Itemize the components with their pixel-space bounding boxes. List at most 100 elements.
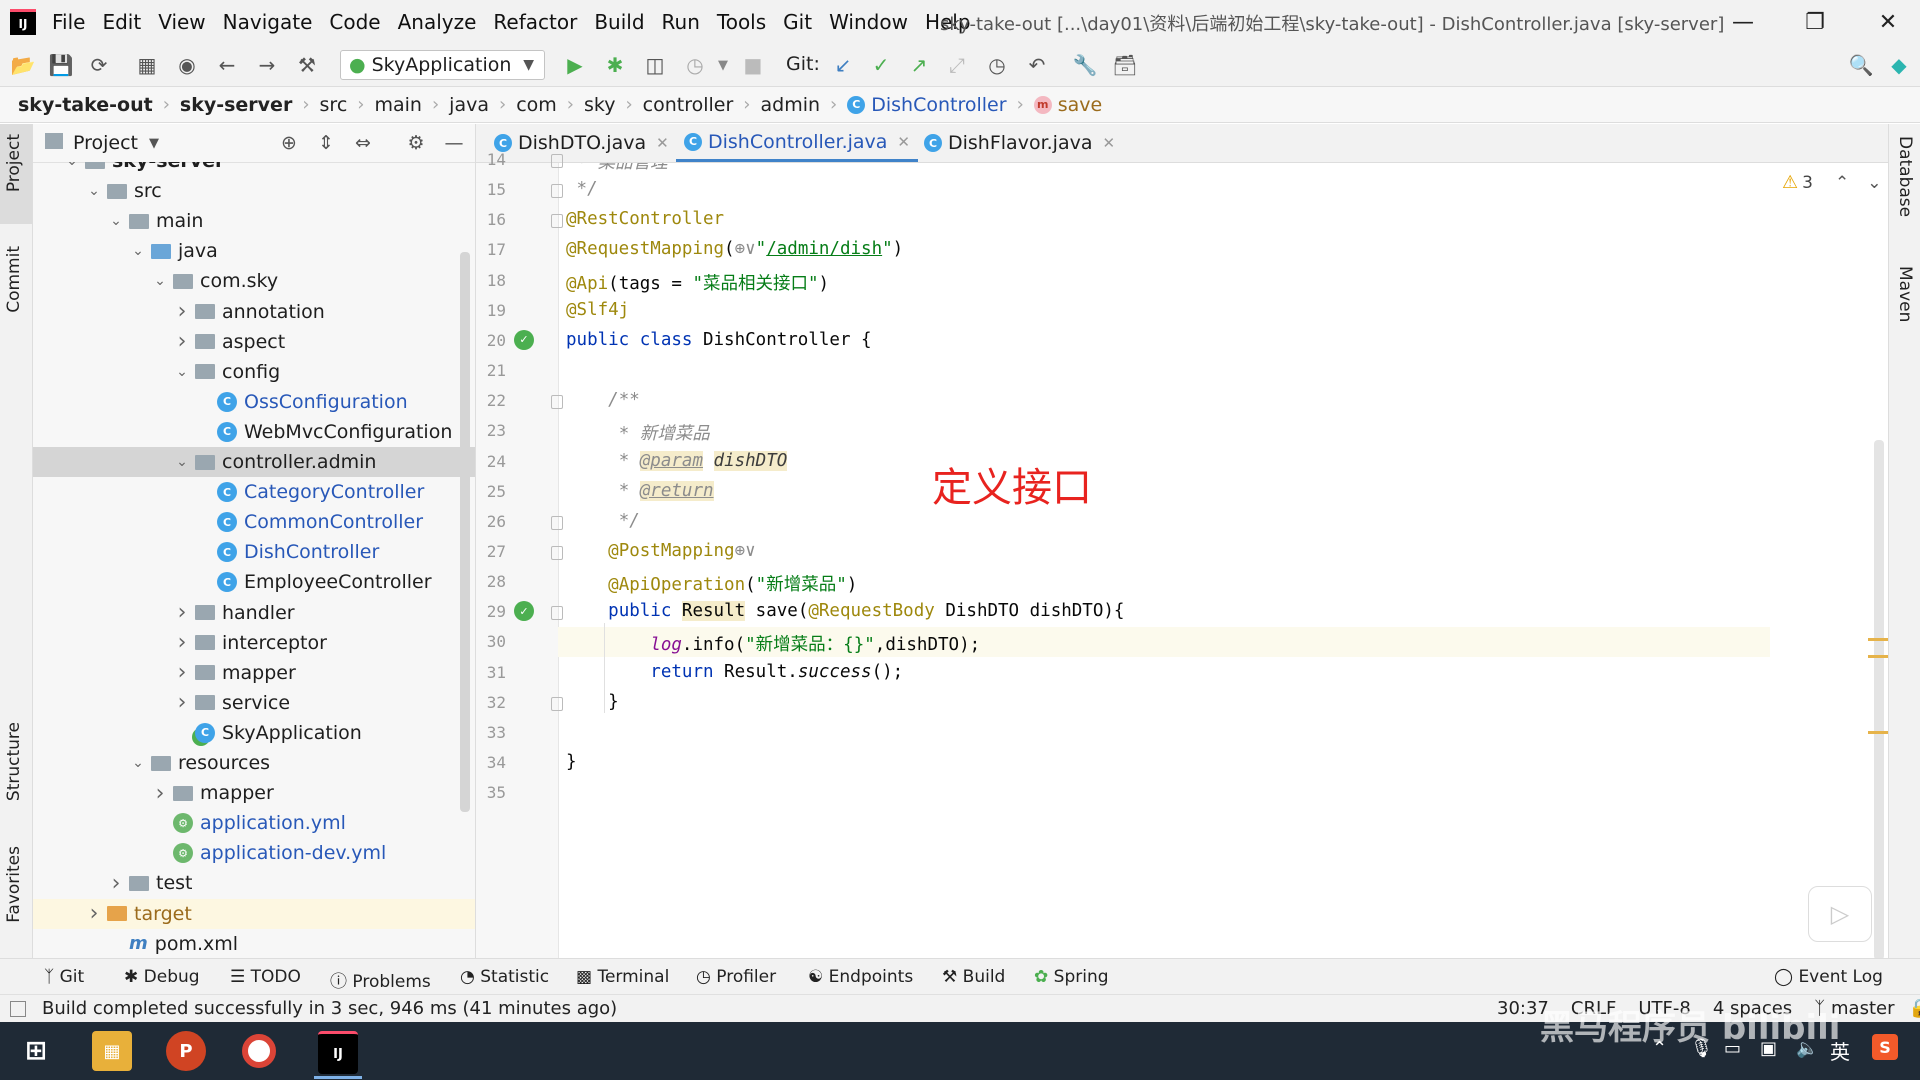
menu-git[interactable]: Git <box>783 10 812 34</box>
close-window-icon[interactable]: ✕ <box>1868 6 1908 38</box>
tab-dishdto[interactable]: C DishDTO.java ✕ <box>486 124 677 162</box>
menu-code[interactable]: Code <box>329 10 380 34</box>
code-line[interactable]: } <box>566 692 619 712</box>
breadcrumb-item[interactable]: main <box>374 94 421 116</box>
tree-item[interactable]: › mapper <box>33 658 475 688</box>
hide-panel-icon[interactable]: — <box>441 130 467 156</box>
tab-database[interactable]: Database <box>1895 136 1915 217</box>
breadcrumb-item[interactable]: java <box>449 94 489 116</box>
code-line[interactable]: @Api(tags = "菜品相关接口") <box>566 270 829 295</box>
save-all-icon[interactable]: 💾 <box>46 50 76 80</box>
restore-icon[interactable]: ❐ <box>1795 6 1835 38</box>
profile-icon[interactable]: ◷ <box>680 50 710 80</box>
tool-git[interactable]: ᛉ Git <box>44 967 84 987</box>
menu-window[interactable]: Window <box>829 10 908 34</box>
tree-scrollbar[interactable] <box>460 252 470 812</box>
tree-item[interactable]: ⚙ application.yml <box>33 808 475 838</box>
chevron-down-icon[interactable]: ⌄ <box>107 213 125 229</box>
tree-item[interactable]: C SkyApplication <box>33 718 475 748</box>
tree-item[interactable]: ⌄ config <box>33 357 475 387</box>
lock-icon[interactable]: 🔒 <box>1908 998 1920 1019</box>
tree-item[interactable]: ⌄ main <box>33 206 475 236</box>
tab-dishflavor[interactable]: C DishFlavor.java ✕ <box>916 124 1123 162</box>
code-line[interactable]: return Result.success(); <box>566 662 903 682</box>
project-structure-folder-icon[interactable]: 🗃 <box>1110 50 1140 80</box>
code-line[interactable]: * 新增菜品 <box>566 420 710 445</box>
chevron-right-icon[interactable]: › <box>173 690 191 715</box>
inspection-widget[interactable]: ⚠ 3 ⌃ ⌄ <box>1782 172 1881 193</box>
chevron-right-icon[interactable]: › <box>107 871 125 896</box>
chevron-right-icon[interactable]: › <box>173 299 191 324</box>
menu-edit[interactable]: Edit <box>102 10 141 34</box>
code-line[interactable]: public class DishController { <box>566 330 872 350</box>
chevron-right-icon[interactable]: › <box>173 329 191 354</box>
git-branch[interactable]: master <box>1831 998 1894 1019</box>
chevron-right-icon[interactable]: › <box>85 901 103 926</box>
spring-bean-icon[interactable]: ✓ <box>514 329 534 350</box>
back-arrow-icon[interactable]: ← <box>212 50 242 80</box>
tool-terminal[interactable]: ▩ Terminal <box>576 967 669 987</box>
tree-item[interactable]: ⌄ controller.admin <box>33 447 475 477</box>
chevron-down-icon[interactable]: ⌄ <box>151 273 169 289</box>
chevron-down-icon[interactable]: ▼ <box>149 136 159 151</box>
tree-item[interactable]: ⌄ src <box>33 176 475 206</box>
minimize-icon[interactable]: — <box>1723 6 1763 38</box>
search-icon[interactable]: 🔍 <box>1846 50 1876 80</box>
tree-item[interactable]: C WebMvcConfiguration <box>33 417 475 447</box>
sogou-input-icon[interactable]: S <box>1872 1034 1898 1060</box>
tree-item[interactable]: › annotation <box>33 297 475 327</box>
chevron-down-icon[interactable]: ⌄ <box>1867 173 1881 193</box>
status-toggle-icon[interactable] <box>10 1001 26 1017</box>
tree-item[interactable]: › mapper <box>33 778 475 808</box>
code-line[interactable]: @Slf4j <box>566 300 629 320</box>
jetbrains-toolbox-icon[interactable]: ◆ <box>1884 50 1914 80</box>
coverage-icon[interactable]: ◫ <box>640 50 670 80</box>
git-push-icon[interactable]: ↗ <box>904 50 934 80</box>
code-line[interactable]: * @return <box>566 480 714 501</box>
menu-refactor[interactable]: Refactor <box>493 10 577 34</box>
tree-item[interactable]: › interceptor <box>33 628 475 658</box>
tool-debug[interactable]: ✱ Debug <box>124 967 200 987</box>
forward-arrow-icon[interactable]: → <box>252 50 282 80</box>
code-line[interactable]: * @param dishDTO <box>566 450 788 471</box>
profile-chevron-icon[interactable]: ▼ <box>708 50 738 80</box>
tool-event-log[interactable]: ◯ Event Log <box>1774 967 1883 987</box>
run-icon[interactable]: ▶ <box>560 50 590 80</box>
tool-profiler[interactable]: ◷ Profiler <box>696 967 776 987</box>
tool-build[interactable]: ⚒ Build <box>942 967 1005 987</box>
tab-commit[interactable]: Commit <box>4 246 24 313</box>
chevron-down-icon[interactable]: ⌄ <box>85 183 103 199</box>
code-line[interactable]: public Result save(@RequestBody DishDTO … <box>566 601 1124 622</box>
code-line[interactable]: } <box>566 752 577 772</box>
expand-all-icon[interactable]: ⇕ <box>313 130 339 156</box>
chevron-right-icon[interactable]: › <box>151 781 169 806</box>
open-folder-icon[interactable]: 📂 <box>8 50 38 80</box>
warning-marker[interactable] <box>1868 731 1888 734</box>
code-line[interactable]: * 菜品管理 <box>566 163 668 174</box>
run-configuration-select[interactable]: ● SkyApplication ▼ <box>340 50 545 80</box>
tree-item[interactable]: ⌄ java <box>33 236 475 266</box>
chrome-icon[interactable] <box>242 1034 276 1068</box>
breadcrumb-item[interactable]: src <box>320 94 348 116</box>
tree-item[interactable]: C CommonController <box>33 507 475 537</box>
tool-spring[interactable]: ✿ Spring <box>1034 967 1109 987</box>
close-icon[interactable]: ✕ <box>656 134 669 152</box>
breadcrumb-item[interactable]: controller <box>643 94 734 116</box>
warning-marker[interactable] <box>1868 638 1888 641</box>
code-line[interactable]: */ <box>566 179 598 199</box>
settings-wrench-icon[interactable]: 🔧 <box>1070 50 1100 80</box>
menu-navigate[interactable]: Navigate <box>223 10 313 34</box>
tree-item[interactable]: C DishController <box>33 537 475 567</box>
git-update-icon[interactable]: ↙ <box>828 50 858 80</box>
chevron-down-icon[interactable]: ⌄ <box>129 755 147 771</box>
rollback-icon[interactable]: ↶ <box>1022 50 1052 80</box>
close-icon[interactable]: ✕ <box>1103 134 1116 152</box>
class-icon[interactable]: ◉ <box>172 50 202 80</box>
chevron-right-icon[interactable]: › <box>173 600 191 625</box>
windows-start-icon[interactable]: ⊞ <box>16 1031 56 1071</box>
breadcrumb-item[interactable]: sky <box>584 94 615 116</box>
history-icon[interactable]: ◷ <box>982 50 1012 80</box>
tool-endpoints[interactable]: ☯ Endpoints <box>808 967 913 987</box>
breadcrumb-item[interactable]: sky-take-out <box>18 94 153 116</box>
tab-maven[interactable]: Maven <box>1895 266 1915 322</box>
